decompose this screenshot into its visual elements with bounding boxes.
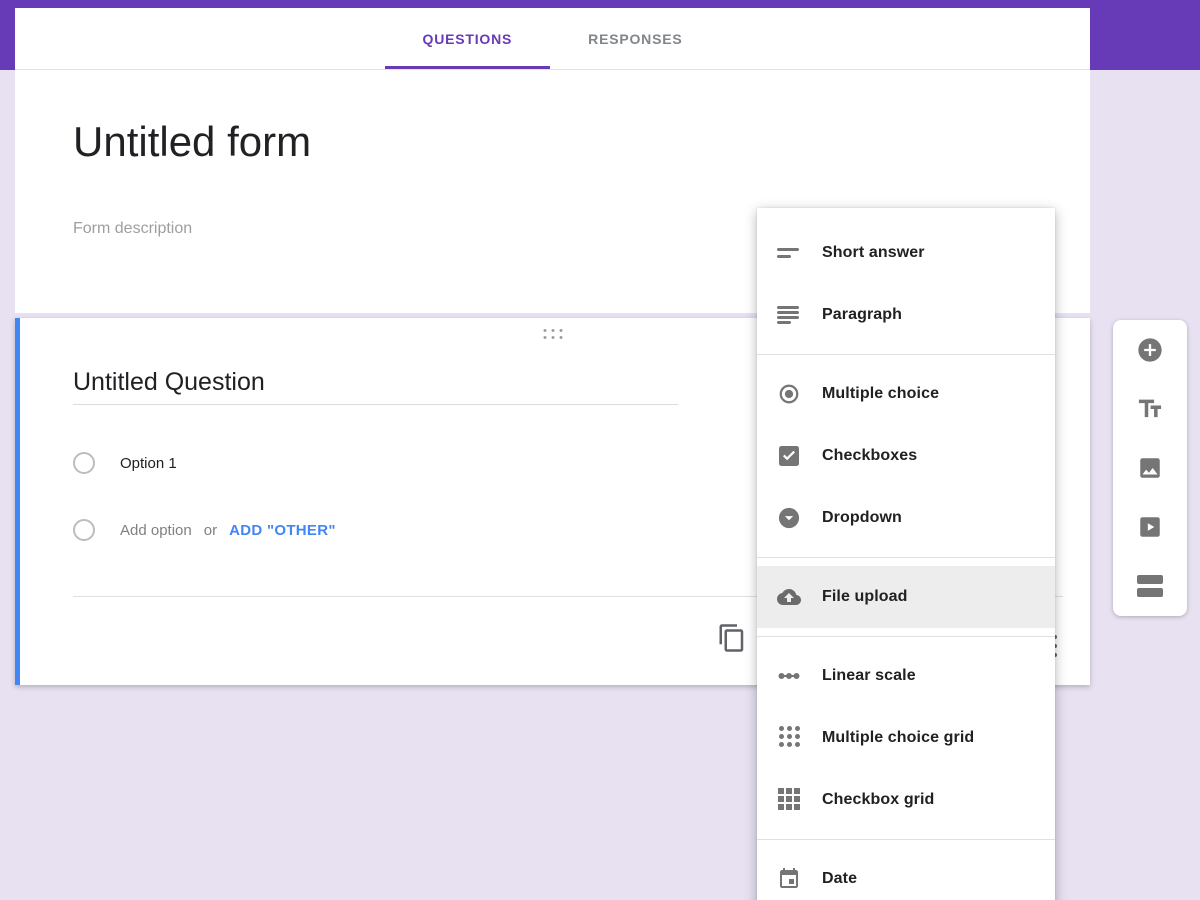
dropdown-icon bbox=[777, 506, 801, 530]
menu-item-multiple-choice-grid[interactable]: Multiple choice grid bbox=[757, 707, 1055, 769]
tabs-bar: QUESTIONS RESPONSES bbox=[15, 8, 1090, 70]
active-question-indicator bbox=[15, 318, 20, 685]
menu-divider bbox=[757, 636, 1055, 637]
duplicate-icon[interactable] bbox=[717, 623, 749, 655]
date-icon bbox=[777, 867, 801, 891]
add-section-icon[interactable] bbox=[1136, 572, 1164, 600]
menu-item-short-answer[interactable]: Short answer bbox=[757, 222, 1055, 284]
add-title-text-icon[interactable] bbox=[1136, 395, 1164, 423]
add-video-icon[interactable] bbox=[1136, 513, 1164, 541]
add-image-icon[interactable] bbox=[1136, 454, 1164, 482]
menu-item-checkboxes[interactable]: Checkboxes bbox=[757, 425, 1055, 487]
radio-icon bbox=[73, 519, 95, 541]
menu-item-paragraph[interactable]: Paragraph bbox=[757, 284, 1055, 346]
question-type-menu: Short answer Paragraph Multiple choice C… bbox=[757, 208, 1055, 900]
multiple-choice-grid-icon bbox=[777, 726, 801, 750]
file-upload-icon bbox=[777, 585, 801, 609]
menu-divider bbox=[757, 354, 1055, 355]
form-title-field[interactable]: Untitled form bbox=[73, 118, 311, 166]
form-description-field[interactable]: Form description bbox=[73, 220, 192, 238]
side-toolbar bbox=[1113, 320, 1187, 616]
add-option-button[interactable]: Add option bbox=[120, 522, 192, 539]
add-other-button[interactable]: ADD "OTHER" bbox=[229, 522, 336, 539]
or-text: or bbox=[203, 521, 218, 539]
menu-divider bbox=[757, 557, 1055, 558]
tab-questions[interactable]: QUESTIONS bbox=[384, 8, 551, 69]
tab-responses-label: RESPONSES bbox=[588, 30, 683, 47]
menu-item-date[interactable]: Date bbox=[757, 848, 1055, 900]
question-title-underline bbox=[73, 404, 678, 405]
linear-scale-icon bbox=[777, 664, 801, 688]
tab-responses[interactable]: RESPONSES bbox=[550, 8, 720, 69]
checkboxes-icon bbox=[777, 444, 801, 468]
drag-handle-icon[interactable] bbox=[543, 329, 562, 339]
option-1-label[interactable]: Option 1 bbox=[120, 455, 177, 472]
paragraph-icon bbox=[777, 303, 801, 327]
menu-item-multiple-choice[interactable]: Multiple choice bbox=[757, 363, 1055, 425]
short-answer-icon bbox=[777, 241, 801, 265]
multiple-choice-icon bbox=[777, 382, 801, 406]
add-question-icon[interactable] bbox=[1136, 336, 1164, 364]
menu-item-dropdown[interactable]: Dropdown bbox=[757, 487, 1055, 549]
question-title-field[interactable]: Untitled Question bbox=[73, 368, 265, 397]
menu-item-linear-scale[interactable]: Linear scale bbox=[757, 645, 1055, 707]
add-option-row: Add option or ADD "OTHER" bbox=[73, 519, 336, 541]
tab-questions-label: QUESTIONS bbox=[422, 30, 513, 47]
menu-divider bbox=[757, 839, 1055, 840]
menu-item-checkbox-grid[interactable]: Checkbox grid bbox=[757, 769, 1055, 831]
option-row-1: Option 1 bbox=[73, 452, 177, 474]
checkbox-grid-icon bbox=[777, 788, 801, 812]
menu-item-file-upload[interactable]: File upload bbox=[757, 566, 1055, 628]
radio-icon[interactable] bbox=[73, 452, 95, 474]
